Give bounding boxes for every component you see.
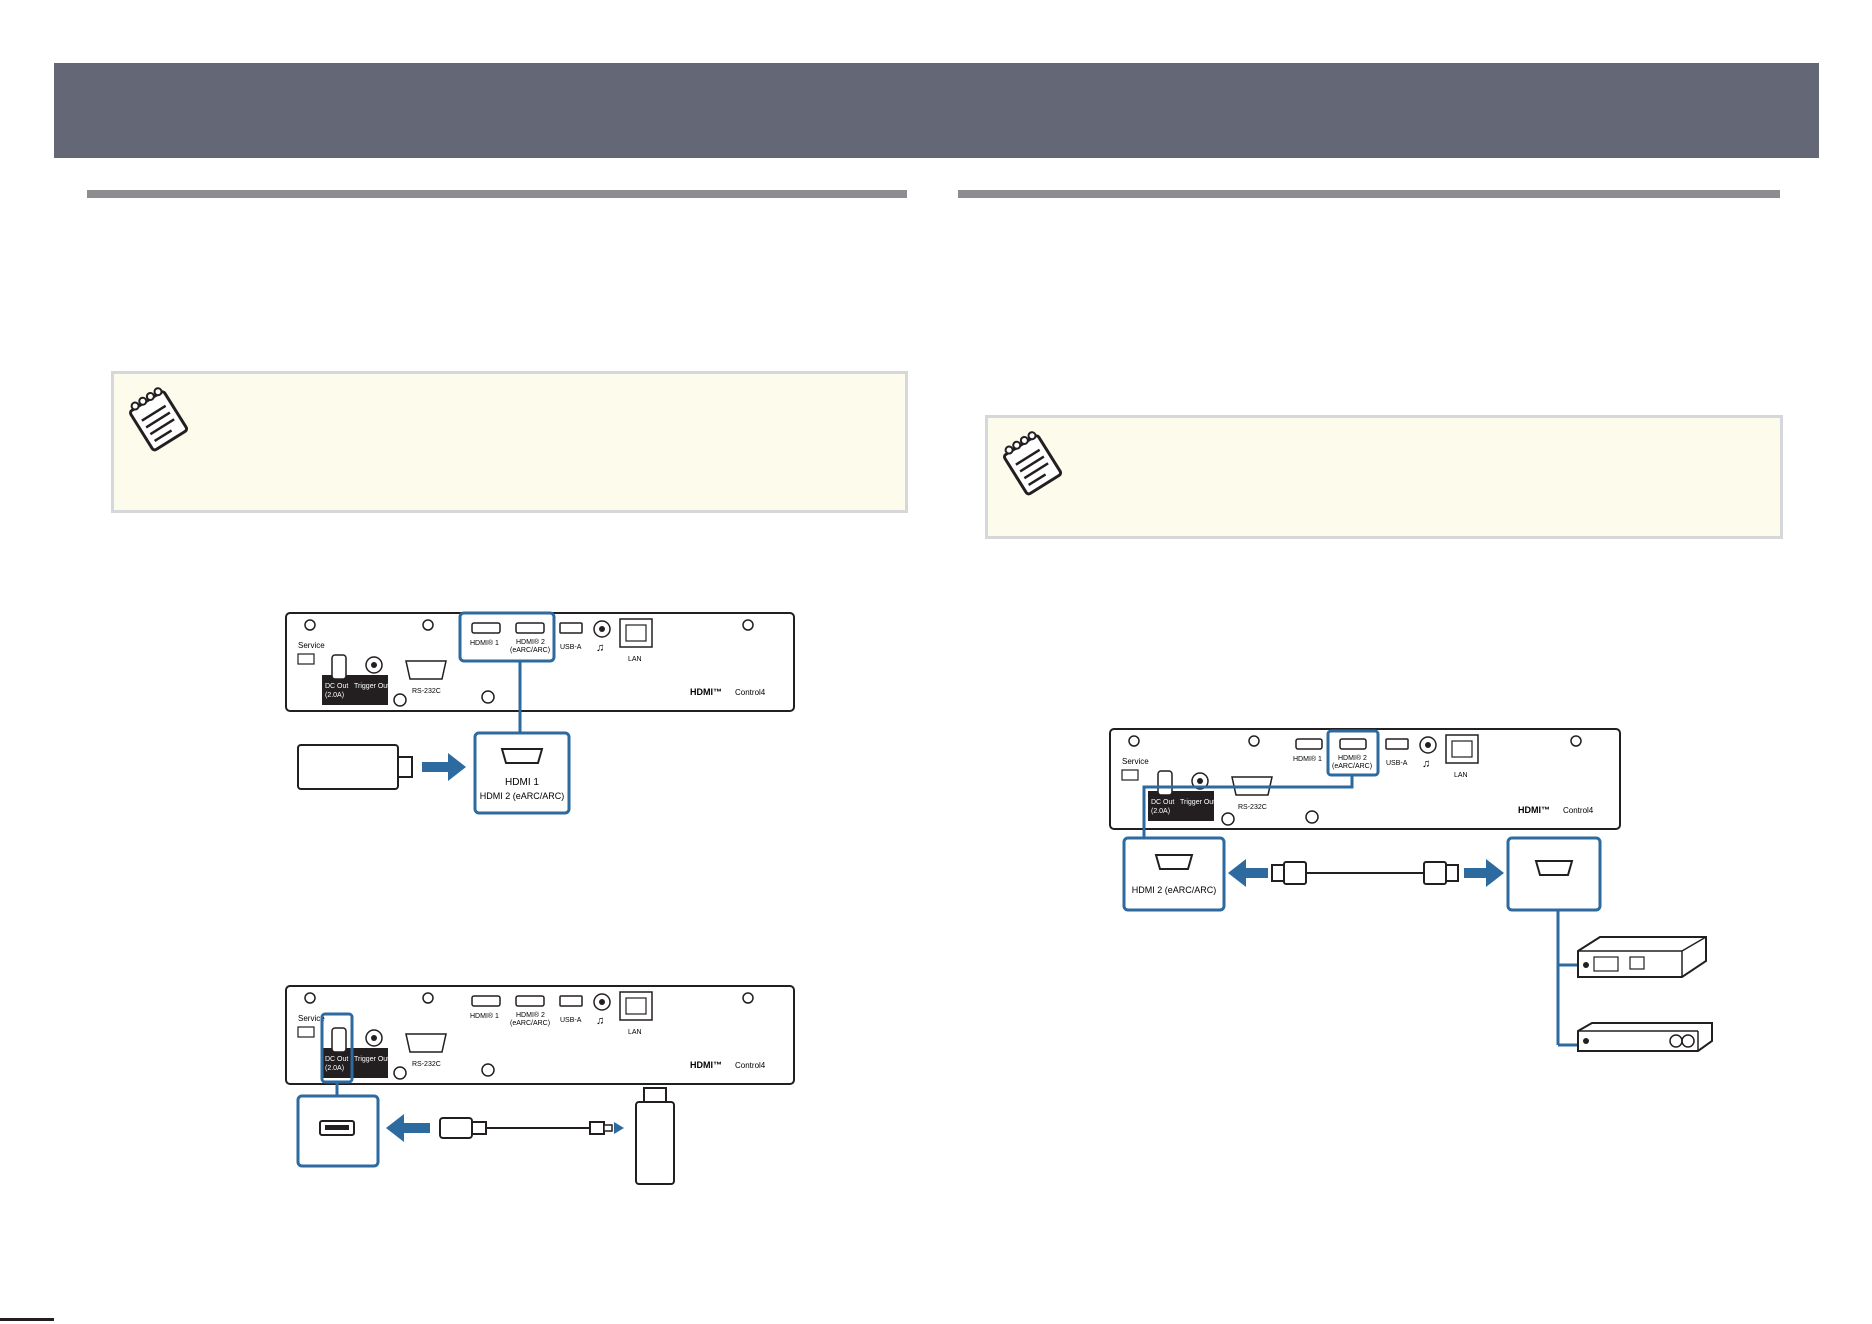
- note-box-right: [985, 415, 1783, 539]
- dcout-label-1: DC Out: [325, 1056, 348, 1063]
- rs232c-label: RS-232C: [412, 1061, 441, 1068]
- dcout-label-2: (2.0A): [325, 692, 344, 699]
- trigger-out-label: Trigger Out: [354, 683, 389, 690]
- hdmi2-label-1: HDMI® 2: [516, 1011, 545, 1019]
- notepad-icon: [1003, 431, 1063, 496]
- dcout-label-2: (2.0A): [1151, 808, 1170, 815]
- insert-arrow: [422, 753, 466, 781]
- lan-label: LAN: [628, 656, 642, 663]
- headphone-icon: ♫: [596, 1015, 604, 1027]
- figure-hdmi-arc: Service DC Out (2.0A) Trigger Out RS-232…: [1109, 728, 1713, 1052]
- footer-rule: [0, 1318, 54, 1321]
- dcout-label-1: DC Out: [325, 683, 348, 690]
- usb-arrow-left: [386, 1114, 430, 1142]
- callout-hdmi1: HDMI 1: [505, 777, 539, 788]
- hdmi2-label-2: (eARC/ARC): [510, 1020, 550, 1027]
- callout-hdmi2: HDMI 2 (eARC/ARC): [1132, 885, 1217, 895]
- arc-arrow-right: [1464, 859, 1504, 887]
- streaming-stick: [635, 1101, 675, 1185]
- hdmi2-label-2: (eARC/ARC): [510, 647, 550, 654]
- control4-logo: Control4: [735, 1061, 766, 1070]
- usba-label: USB-A: [560, 1017, 582, 1024]
- section-rule-left: [87, 190, 907, 198]
- streaming-stick: [297, 744, 399, 790]
- av-receiver: [1577, 936, 1707, 978]
- control4-logo: Control4: [735, 688, 766, 697]
- hdmi-logo: HDMI™: [690, 687, 722, 697]
- hdmi-logo: HDMI™: [1518, 805, 1550, 815]
- service-label: Service: [1122, 757, 1149, 766]
- hdmi1-label: HDMI® 1: [1293, 755, 1322, 763]
- headphone-icon: ♫: [1422, 758, 1430, 770]
- header-banner: [54, 63, 1819, 158]
- trigger-out-label: Trigger Out: [1180, 799, 1215, 806]
- dcout-label-1: DC Out: [1151, 799, 1174, 806]
- rs232c-label: RS-232C: [1238, 804, 1267, 811]
- note-box-left: [111, 371, 908, 513]
- callout-hdmi2: HDMI 2 (eARC/ARC): [480, 791, 565, 801]
- figure-usb-power: Service DC Out (2.0A) Trigger Out RS-232…: [285, 985, 795, 1185]
- lan-label: LAN: [1454, 772, 1468, 779]
- hdmi-logo: HDMI™: [690, 1060, 722, 1070]
- usba-label: USB-A: [1386, 760, 1408, 767]
- headphone-icon: ♫: [596, 642, 604, 654]
- hdmi2-label-1: HDMI® 2: [1338, 754, 1367, 762]
- hdmi1-label: HDMI® 1: [470, 1012, 499, 1020]
- hdmi2-label-1: HDMI® 2: [516, 638, 545, 646]
- lan-label: LAN: [628, 1029, 642, 1036]
- trigger-out-label: Trigger Out: [354, 1056, 389, 1063]
- arc-arrow-left: [1228, 859, 1268, 887]
- figure-hdmi-stick: Service DC Out (2.0A) Trigger Out RS-232…: [285, 611, 795, 815]
- notepad-icon: [129, 387, 189, 452]
- control4-logo: Control4: [1563, 806, 1594, 815]
- service-label: Service: [298, 641, 325, 650]
- hdmi1-label: HDMI® 1: [470, 639, 499, 647]
- hdmi2-label-2: (eARC/ARC): [1332, 763, 1372, 770]
- soundbar: [1577, 1022, 1713, 1052]
- section-rule-right: [958, 190, 1780, 198]
- usba-label: USB-A: [560, 644, 582, 651]
- dcout-label-2: (2.0A): [325, 1065, 344, 1072]
- rs232c-label: RS-232C: [412, 688, 441, 695]
